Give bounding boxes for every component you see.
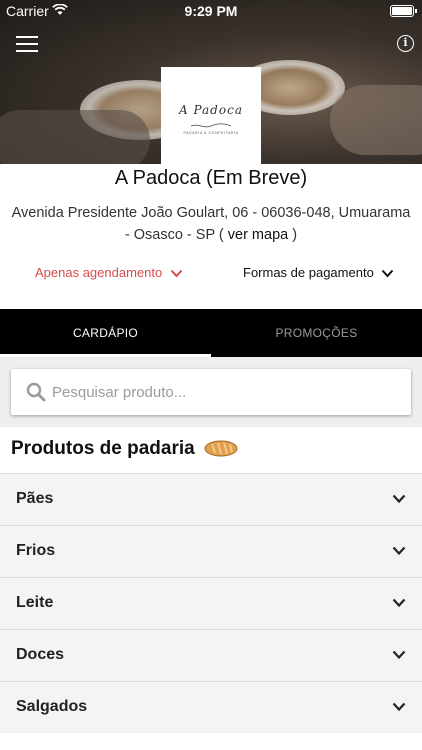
logo-name: A Padoca (179, 103, 243, 117)
chevron-down-icon (392, 650, 406, 660)
chevron-down-icon (392, 702, 406, 712)
chevron-down-icon (392, 598, 406, 608)
schedule-label: Apenas agendamento (35, 265, 163, 280)
info-icon[interactable]: i (397, 35, 414, 52)
chevron-down-icon (392, 546, 406, 556)
category-list: Pães Frios Leite Doces Salgados (0, 473, 422, 733)
category-label: Salgados (16, 698, 88, 715)
payment-methods-dropdown[interactable]: Formas de pagamento (243, 265, 394, 280)
search-box (11, 369, 411, 415)
tab-bar: CARDÁPIO PROMOÇÕES (0, 309, 422, 357)
logo-tagline: PADARIA & CONFEITARIA (183, 131, 239, 135)
store-logo: A Padoca PADARIA & CONFEITARIA (161, 67, 261, 167)
tab-promocoes[interactable]: PROMOÇÕES (211, 309, 422, 357)
sweater-image (0, 110, 150, 164)
category-label: Pães (16, 490, 54, 507)
hamburger-menu-icon[interactable] (16, 36, 38, 52)
store-address: Avenida Presidente João Goulart, 06 - 06… (8, 202, 414, 246)
hand-image (330, 85, 422, 155)
logo-swirl-icon (190, 123, 232, 128)
chevron-down-icon (170, 269, 183, 278)
category-label: Doces (16, 646, 65, 663)
chevron-down-icon (382, 269, 394, 278)
category-item-leite[interactable]: Leite (0, 577, 422, 629)
address-close: ) (292, 227, 298, 243)
category-item-paes[interactable]: Pães (0, 473, 422, 525)
schedule-dropdown[interactable]: Apenas agendamento (35, 265, 183, 280)
status-bar: Carrier 9:29 PM (0, 0, 422, 22)
view-map-link[interactable]: ver mapa (228, 227, 288, 243)
search-area (0, 357, 422, 427)
tab-cardapio[interactable]: CARDÁPIO (0, 309, 211, 357)
address-text: Avenida Presidente João Goulart, 06 - 06… (11, 205, 411, 243)
store-title: A Padoca (Em Breve) (114, 167, 308, 189)
battery-icon (390, 5, 417, 17)
category-label: Frios (16, 542, 56, 559)
clock: 9:29 PM (184, 3, 238, 19)
bread-icon (204, 440, 238, 457)
search-input[interactable] (52, 377, 392, 407)
category-label: Leite (16, 594, 54, 611)
chevron-down-icon (392, 494, 406, 504)
category-item-salgados[interactable]: Salgados (0, 681, 422, 733)
section-title-text: Produtos de padaria (11, 438, 195, 459)
payment-label: Formas de pagamento (243, 265, 374, 280)
search-icon (26, 382, 46, 402)
category-item-frios[interactable]: Frios (0, 525, 422, 577)
category-item-doces[interactable]: Doces (0, 629, 422, 681)
section-title: Produtos de padaria (11, 438, 238, 460)
